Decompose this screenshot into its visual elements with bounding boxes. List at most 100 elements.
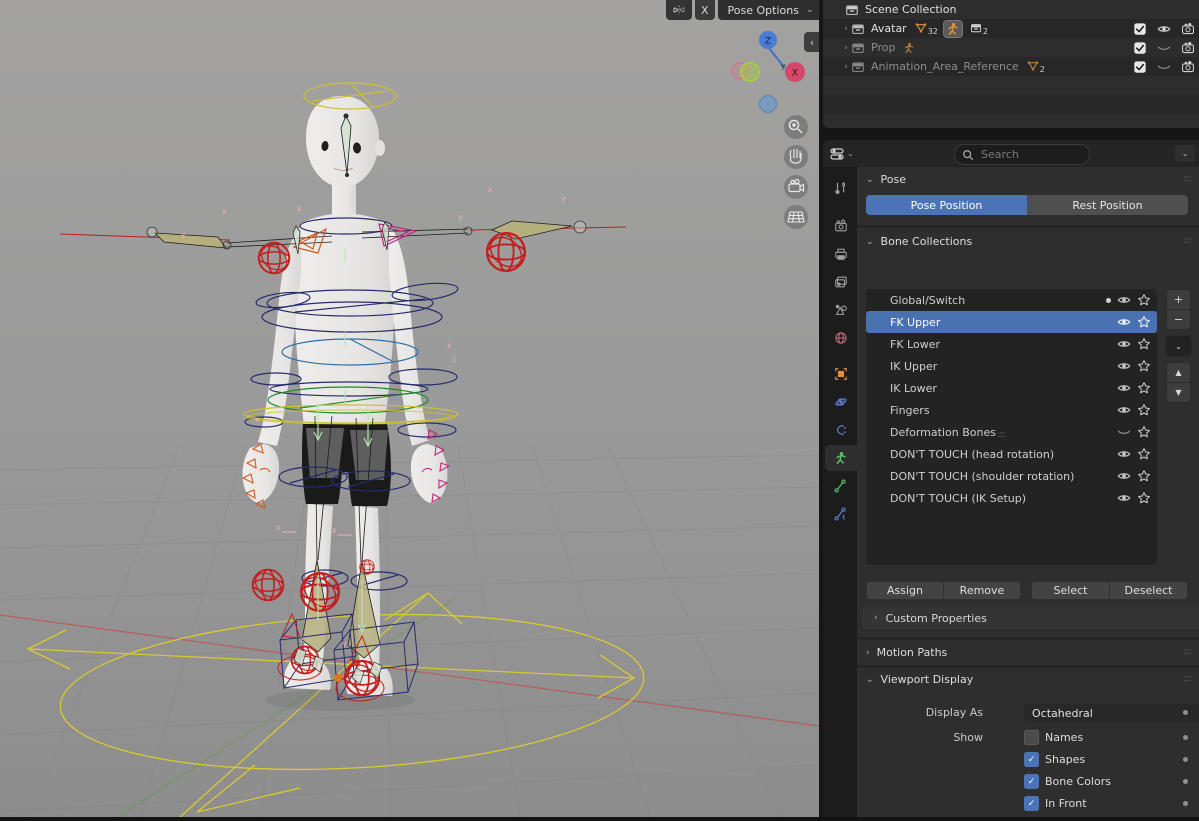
outliner-row-prop[interactable]: › Prop [823, 38, 1199, 57]
list-item[interactable]: IK Upper [866, 355, 1157, 377]
panel-drag-handle[interactable]: :::: [1183, 236, 1191, 246]
rest-position-button[interactable]: Rest Position [1027, 195, 1188, 215]
eye-icon[interactable] [1157, 22, 1171, 36]
star-icon[interactable] [1137, 337, 1151, 351]
list-item[interactable]: DON'T TOUCH (shoulder rotation) [866, 465, 1157, 487]
list-item[interactable]: DON'T TOUCH (head rotation) [866, 443, 1157, 465]
decorator-dot[interactable] [1183, 710, 1188, 715]
eye-closed-icon[interactable] [1157, 60, 1171, 74]
eye-icon[interactable] [1117, 293, 1131, 307]
star-icon[interactable] [1137, 403, 1151, 417]
ortho-toggle-button[interactable] [784, 205, 808, 229]
display-as-dropdown[interactable]: Octahedral ⌄ [1024, 704, 1199, 722]
star-icon[interactable] [1137, 381, 1151, 395]
shapes-checkbox[interactable]: ✓ [1024, 752, 1039, 767]
bone-colors-checkbox[interactable]: ✓ [1024, 774, 1039, 789]
expand-icon[interactable]: › [841, 24, 851, 34]
tab-render[interactable] [825, 213, 857, 239]
panel-drag-handle[interactable]: :::: [1183, 174, 1191, 184]
panel-drag-handle[interactable]: :::: [1183, 674, 1191, 684]
list-item[interactable]: Global/Switch [866, 289, 1157, 311]
tab-object[interactable] [825, 361, 857, 387]
select-button[interactable]: Select [1031, 581, 1110, 600]
remove-button[interactable]: Remove [944, 581, 1021, 600]
camera-render-icon[interactable] [1181, 41, 1195, 55]
star-icon[interactable] [1137, 293, 1151, 307]
eye-closed-icon[interactable] [1117, 425, 1131, 439]
mirror-x-toggle[interactable]: X [695, 0, 715, 20]
assign-button[interactable]: Assign [866, 581, 944, 600]
3d-viewport[interactable]: x Y x x Y Y x x x x z z Y Z X Y [0, 0, 819, 817]
pose-position-button[interactable]: Pose Position [866, 195, 1027, 215]
tab-world[interactable] [825, 325, 857, 351]
eye-icon[interactable] [1117, 381, 1131, 395]
in-front-checkbox[interactable]: ✓ [1024, 796, 1039, 811]
star-icon[interactable] [1137, 469, 1151, 483]
pose-options-dropdown[interactable]: Pose Options ⌄ [718, 0, 824, 20]
decorator-dot[interactable] [1183, 757, 1188, 762]
bone-collections-header[interactable]: ⌄ Bone Collections [866, 235, 972, 248]
tab-scene[interactable] [825, 297, 857, 323]
list-item[interactable]: Deformation Bones [866, 421, 1157, 443]
names-checkbox[interactable] [1024, 730, 1039, 745]
move-down-button[interactable]: ▼ [1166, 382, 1191, 403]
pan-button[interactable] [784, 145, 808, 169]
editor-divider[interactable] [823, 128, 1199, 140]
decorator-dot[interactable] [1183, 779, 1188, 784]
star-icon[interactable] [1137, 447, 1151, 461]
list-item[interactable]: DON'T TOUCH (IK Setup) [866, 487, 1157, 509]
eye-icon[interactable] [1117, 359, 1131, 373]
eye-closed-icon[interactable] [1157, 41, 1171, 55]
x-mirror-button[interactable] [666, 0, 692, 20]
camera-render-icon[interactable] [1181, 60, 1195, 74]
decorator-dot[interactable] [1183, 735, 1188, 740]
tab-object-data[interactable] [825, 445, 857, 471]
tab-output[interactable] [825, 241, 857, 267]
tab-physics[interactable] [825, 389, 857, 415]
list-item[interactable]: IK Lower [866, 377, 1157, 399]
move-up-button[interactable]: ▲ [1166, 362, 1191, 383]
custom-properties-header[interactable]: › Custom Properties [862, 607, 1199, 629]
viewport-display-header[interactable]: ⌄ Viewport Display [866, 673, 973, 686]
motion-paths-header[interactable]: › Motion Paths [866, 646, 947, 659]
eye-icon[interactable] [1117, 469, 1131, 483]
panel-options-button[interactable]: ⌄ [1175, 145, 1195, 162]
list-item[interactable]: FK Lower [866, 333, 1157, 355]
eye-icon[interactable] [1117, 315, 1131, 329]
camera-view-button[interactable] [784, 175, 808, 199]
list-item-selected[interactable]: FK Upper [866, 311, 1157, 333]
star-icon[interactable] [1137, 359, 1151, 373]
pose-panel-header[interactable]: ⌄ Pose [866, 173, 906, 186]
search-input[interactable] [979, 147, 1063, 162]
outliner-row-avatar[interactable]: › Avatar 32 2 [823, 19, 1199, 38]
panel-drag-handle[interactable]: :::: [1183, 647, 1191, 657]
eye-icon[interactable] [1117, 403, 1131, 417]
expand-icon[interactable]: › [841, 43, 851, 53]
checkbox-icon[interactable] [1133, 22, 1147, 36]
checkbox-icon[interactable] [1133, 60, 1147, 74]
star-icon[interactable] [1137, 425, 1151, 439]
outliner-row-scene-collection[interactable]: Scene Collection [823, 0, 1199, 19]
remove-collection-button[interactable]: − [1166, 309, 1191, 330]
tab-bone-constraints[interactable] [825, 501, 857, 527]
sidebar-toggle[interactable]: ‹ [804, 32, 820, 52]
star-icon[interactable] [1137, 491, 1151, 505]
camera-render-icon[interactable] [1181, 22, 1195, 36]
outliner-row-animation-area[interactable]: › Animation_Area_Reference 2 [823, 57, 1199, 76]
eye-icon[interactable] [1117, 447, 1131, 461]
eye-icon[interactable] [1117, 337, 1131, 351]
deselect-button[interactable]: Deselect [1110, 581, 1188, 600]
editor-type-button[interactable]: ⌄ [829, 146, 854, 162]
decorator-dot[interactable] [1183, 801, 1188, 806]
search-field[interactable] [954, 144, 1090, 165]
tab-object-constraints[interactable] [825, 417, 857, 443]
checkbox-icon[interactable] [1133, 41, 1147, 55]
specials-menu-button[interactable]: ⌄ [1165, 335, 1192, 357]
expand-icon[interactable]: › [841, 62, 851, 72]
zoom-button[interactable] [784, 115, 808, 139]
tab-tool[interactable] [825, 175, 857, 201]
add-collection-button[interactable]: + [1166, 289, 1191, 310]
gizmo-rotate-dot[interactable] [760, 96, 777, 113]
eye-icon[interactable] [1117, 491, 1131, 505]
star-icon[interactable] [1137, 315, 1151, 329]
